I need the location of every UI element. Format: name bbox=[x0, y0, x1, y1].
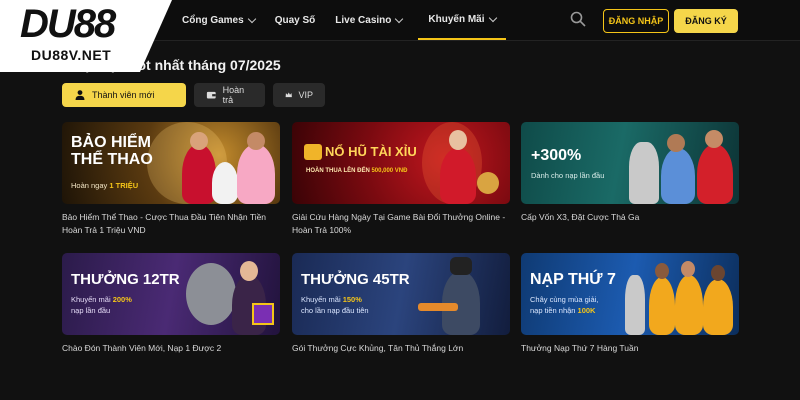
login-button[interactable]: ĐĂNG NHẬP bbox=[603, 9, 669, 33]
nav-label: Cổng Games bbox=[182, 14, 244, 26]
player-head bbox=[711, 265, 725, 281]
banner-title: +300% bbox=[531, 147, 582, 164]
banner-title-line: THỂ THAO bbox=[71, 150, 153, 168]
vault-door bbox=[186, 263, 236, 325]
banner-sub-text: nạp tiền nhận bbox=[530, 306, 578, 315]
promo-card[interactable]: NỔ HŨ TÀI XỈU HOÀN THUA LÊN ĐẾN 500,000 … bbox=[292, 122, 510, 237]
coin-stack bbox=[477, 172, 499, 194]
promo-banner[interactable]: +300% Dành cho nạp lần đầu bbox=[521, 122, 739, 204]
player-figure-pink bbox=[237, 144, 275, 204]
player-figure-white bbox=[212, 162, 238, 204]
player-figure-red bbox=[697, 144, 733, 204]
promo-banner[interactable]: NỔ HŨ TÀI XỈU HOÀN THUA LÊN ĐẾN 500,000 … bbox=[292, 122, 510, 204]
banner-sub-text: Khuyến mãi bbox=[301, 295, 343, 304]
banner-subtitle: Khuyến mãi 200% nạp lần đầu bbox=[71, 294, 132, 316]
register-button[interactable]: ĐĂNG KÝ bbox=[674, 9, 738, 33]
woman-head bbox=[240, 261, 258, 281]
banner-title: NỔ HŨ TÀI XỈU bbox=[325, 144, 417, 159]
blaster bbox=[418, 303, 458, 311]
woman-head bbox=[449, 130, 467, 150]
promo-banner[interactable]: THƯỞNG 12TR Khuyến mãi 200% nạp lần đầu bbox=[62, 253, 280, 335]
promo-caption[interactable]: Gói Thưởng Cực Khủng, Tân Thủ Thắng Lớn bbox=[292, 342, 510, 355]
nav-label: Live Casino bbox=[335, 14, 392, 26]
banner-sub-text: HOÀN THUA LÊN ĐẾN bbox=[306, 168, 372, 174]
logo-wordmark: DU88 bbox=[20, 2, 116, 46]
player-head bbox=[190, 132, 208, 150]
banner-subtitle: Dành cho nạp lần đầu bbox=[531, 171, 605, 180]
promo-caption[interactable]: Giải Cứu Hàng Ngày Tại Game Bài Đổi Thưở… bbox=[292, 211, 510, 237]
nav-label: Khuyến Mãi bbox=[428, 13, 485, 25]
promo-caption[interactable]: Chào Đón Thành Viên Mới, Nạp 1 Được 2 bbox=[62, 342, 280, 355]
trophy bbox=[625, 275, 645, 335]
nav-quay-so[interactable]: Quay Số bbox=[265, 0, 326, 40]
promo-banner[interactable]: THƯỞNG 45TR Khuyến mãi 150% cho lần nạp … bbox=[292, 253, 510, 335]
banner-sub-highlight: 100K bbox=[577, 306, 596, 315]
nav-khuyen-mai[interactable]: Khuyến Mãi bbox=[418, 0, 506, 40]
promo-caption[interactable]: Thưởng Nạp Thứ 7 Hàng Tuần bbox=[521, 342, 739, 355]
promo-card[interactable]: NẠP THỨ 7 Chây cùng mùa giải, nạp tiền n… bbox=[521, 253, 739, 355]
player-figure bbox=[703, 279, 733, 335]
promo-banner[interactable]: NẠP THỨ 7 Chây cùng mùa giải, nạp tiền n… bbox=[521, 253, 739, 335]
wallet-icon bbox=[206, 91, 216, 99]
tab-label: Hoàn trả bbox=[222, 85, 245, 105]
player-figure bbox=[675, 275, 703, 335]
trophy bbox=[629, 142, 659, 204]
promo-tabs: Thành viên mới Hoàn trả VIP bbox=[62, 83, 325, 107]
player-head bbox=[667, 134, 685, 152]
banner-title: THƯỞNG 45TR bbox=[301, 271, 410, 288]
banner-title: THƯỞNG 12TR bbox=[71, 271, 180, 288]
promo-banner[interactable]: BẢO HIỂM THỂ THAO Hoàn ngay 1 TRIỆU bbox=[62, 122, 280, 204]
gift-box bbox=[252, 303, 274, 325]
banner-sub-highlight: 150% bbox=[342, 295, 362, 304]
player-figure bbox=[649, 277, 675, 335]
banner-title: BẢO HIỂM THỂ THAO bbox=[71, 134, 153, 169]
nav-live-casino[interactable]: Live Casino bbox=[325, 0, 412, 40]
woman-figure bbox=[440, 148, 476, 204]
banner-sub-highlight: 500,000 VNĐ bbox=[371, 168, 408, 174]
promo-card[interactable]: +300% Dành cho nạp lần đầu Cấp Vốn X3, Đ… bbox=[521, 122, 739, 224]
chevron-down-icon bbox=[395, 14, 404, 23]
banner-sub-text: Khuyến mãi bbox=[71, 295, 113, 304]
banner-sub-highlight: 200% bbox=[112, 295, 132, 304]
main-nav: Cổng Games Quay Số Live Casino Khuyến Mã… bbox=[172, 0, 506, 40]
player-head bbox=[681, 261, 695, 277]
banner-sub-text: cho lần nạp đầu tiên bbox=[301, 306, 369, 315]
vr-headset bbox=[450, 257, 472, 275]
banner-subtitle: Chây cùng mùa giải, nạp tiền nhận 100K bbox=[530, 294, 598, 316]
nav-cong-games[interactable]: Cổng Games bbox=[172, 0, 265, 40]
tab-vip[interactable]: VIP bbox=[273, 83, 325, 107]
player-head bbox=[655, 263, 669, 279]
nav-label: Quay Số bbox=[274, 14, 316, 26]
tab-label: Thành viên mới bbox=[92, 90, 155, 100]
pot-icon bbox=[304, 144, 322, 160]
tab-thanh-vien-moi[interactable]: Thành viên mới bbox=[62, 83, 186, 107]
promo-card[interactable]: BẢO HIỂM THỂ THAO Hoàn ngay 1 TRIỆU Bảo … bbox=[62, 122, 280, 237]
banner-subtitle: HOÀN THUA LÊN ĐẾN 500,000 VNĐ bbox=[306, 166, 407, 177]
chevron-down-icon bbox=[247, 14, 256, 23]
logo-domain: DU88V.NET bbox=[31, 47, 112, 63]
banner-title: NẠP THỨ 7 bbox=[530, 271, 616, 288]
promo-caption[interactable]: Cấp Vốn X3, Đặt Cược Thả Ga bbox=[521, 211, 739, 224]
banner-sub-text: Chây cùng mùa giải, bbox=[530, 295, 599, 304]
tab-label: VIP bbox=[298, 90, 313, 100]
player-head bbox=[705, 130, 723, 148]
search-icon[interactable] bbox=[570, 11, 586, 27]
player-head bbox=[247, 132, 265, 150]
tab-hoan-tra[interactable]: Hoàn trả bbox=[194, 83, 265, 107]
player-figure-blue bbox=[661, 148, 695, 204]
chevron-down-icon bbox=[488, 13, 497, 22]
user-icon bbox=[75, 90, 85, 100]
crown-icon bbox=[285, 92, 292, 98]
banner-sub-text: Hoàn ngay bbox=[71, 181, 110, 190]
banner-title-line: BẢO HIỂM bbox=[71, 134, 151, 151]
promo-card[interactable]: THƯỞNG 45TR Khuyến mãi 150% cho lần nạp … bbox=[292, 253, 510, 355]
promo-card[interactable]: THƯỞNG 12TR Khuyến mãi 200% nạp lần đầu … bbox=[62, 253, 280, 355]
banner-sub-highlight: 1 TRIỆU bbox=[109, 181, 139, 190]
banner-subtitle: Hoàn ngay 1 TRIỆU bbox=[71, 180, 138, 191]
player-figure-red bbox=[182, 144, 216, 204]
banner-sub-text: nạp lần đầu bbox=[71, 306, 111, 315]
banner-subtitle: Khuyến mãi 150% cho lần nạp đầu tiên bbox=[301, 294, 369, 316]
promo-caption[interactable]: Bảo Hiểm Thể Thao - Cược Thua Đầu Tiên N… bbox=[62, 211, 280, 237]
